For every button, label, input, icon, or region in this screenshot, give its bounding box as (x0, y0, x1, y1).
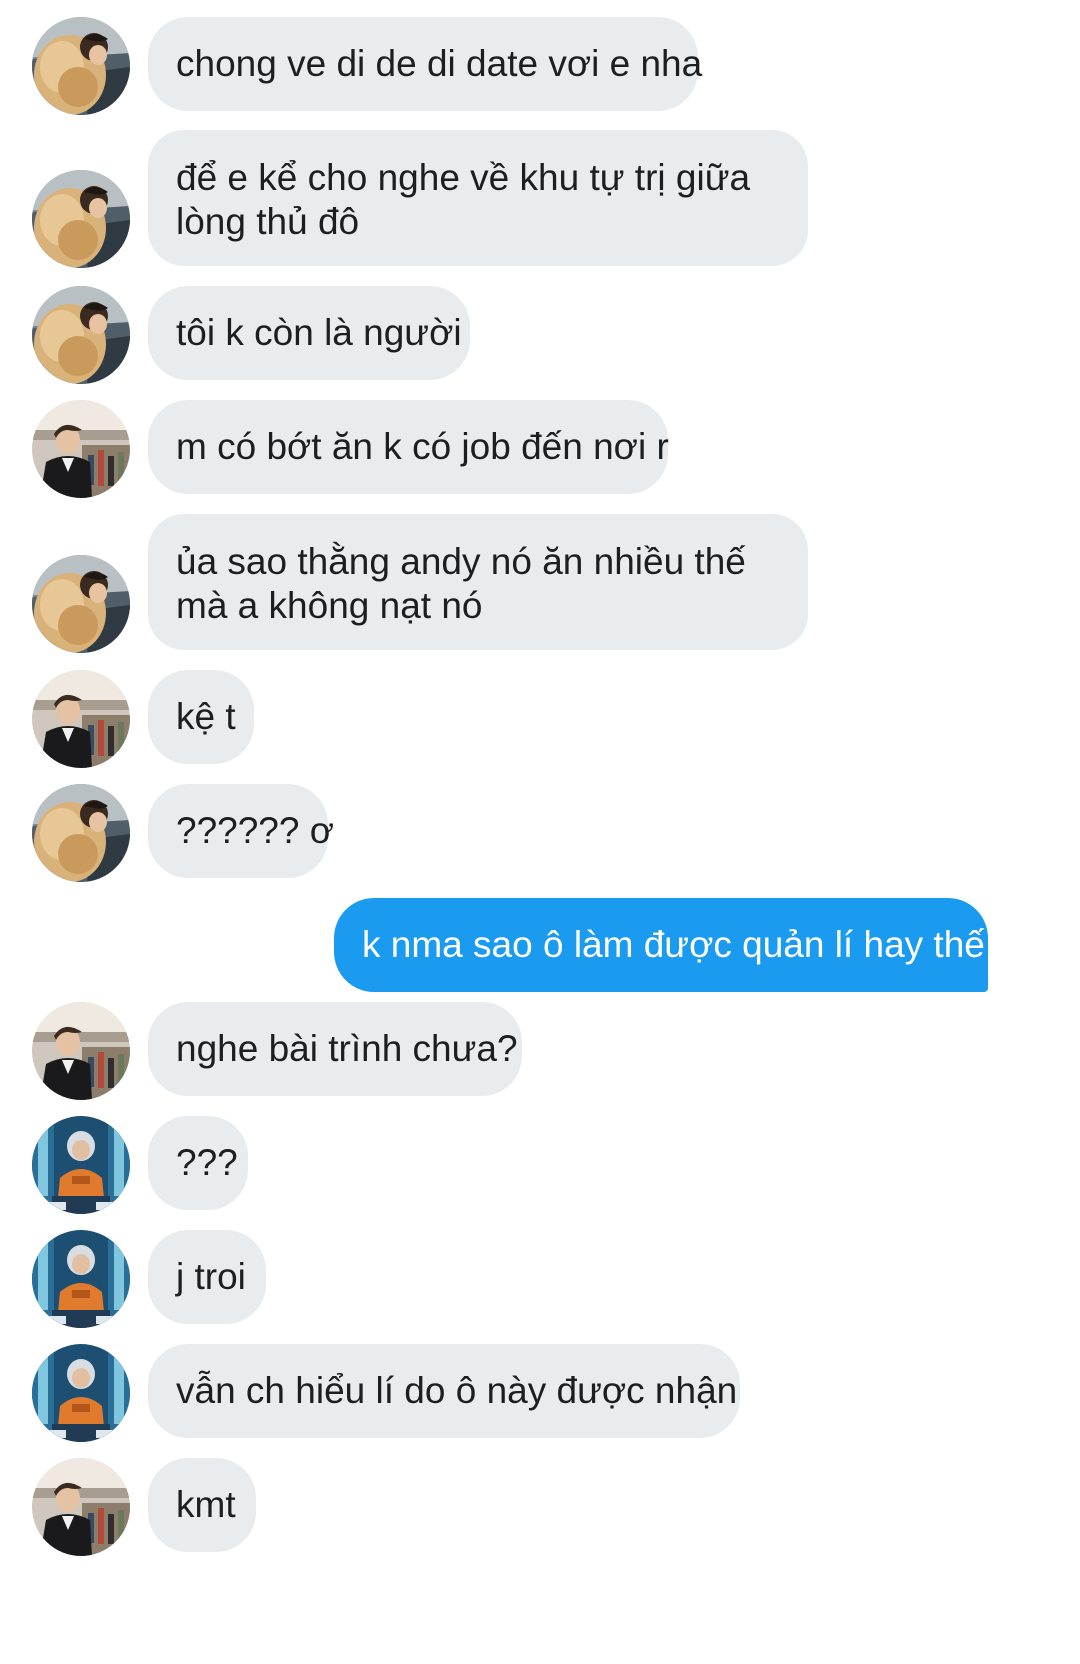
avatar-image (32, 17, 130, 115)
incoming-message-bubble[interactable]: tôi k còn là người (148, 286, 470, 380)
incoming-message-bubble[interactable]: vẫn ch hiểu lí do ô này được nhận (148, 1344, 740, 1438)
chat-thread: chong ve di de di date vơi e nha để e kể… (0, 0, 1080, 1664)
incoming-message-bubble[interactable]: j troi (148, 1230, 266, 1324)
orange-jersey-person-avatar[interactable] (32, 1116, 130, 1214)
suit-man-in-crowd-avatar[interactable] (32, 400, 130, 498)
incoming-message-bubble[interactable]: chong ve di de di date vơi e nha (148, 17, 703, 111)
message-text: k nma sao ô làm được quản lí hay thế (362, 924, 985, 965)
message-text: ?????? ơ (176, 810, 335, 851)
message-text: chong ve di de di date vơi e nha (176, 43, 703, 84)
incoming-message-bubble[interactable]: nghe bài trình chưa? (148, 1002, 522, 1096)
message-text: ??? (176, 1142, 238, 1183)
fluffy-hoodie-person-avatar[interactable] (32, 17, 130, 115)
incoming-message-bubble[interactable]: để e kể cho nghe về khu tự trị giữa lòng… (148, 130, 808, 266)
avatar-image (32, 555, 130, 653)
outgoing-message-bubble[interactable]: k nma sao ô làm được quản lí hay thế (334, 898, 988, 992)
fluffy-hoodie-person-avatar[interactable] (32, 784, 130, 882)
suit-man-in-crowd-avatar[interactable] (32, 1002, 130, 1100)
avatar-image (32, 286, 130, 384)
incoming-message-bubble[interactable]: ??? (148, 1116, 248, 1210)
incoming-message-bubble[interactable]: m có bớt ăn k có job đến nơi r (148, 400, 669, 494)
message-text: kmt (176, 1484, 236, 1525)
message-text-line-1: để e kể cho nghe về khu tự trị giữa (176, 157, 751, 198)
message-text: kệ t (176, 696, 236, 737)
message-text: vẫn ch hiểu lí do ô này được nhận (176, 1370, 738, 1411)
orange-jersey-person-avatar[interactable] (32, 1344, 130, 1442)
avatar-image (32, 1458, 130, 1556)
fluffy-hoodie-person-avatar[interactable] (32, 555, 130, 653)
avatar-image (32, 1230, 130, 1328)
avatar-image (32, 670, 130, 768)
incoming-message-bubble[interactable]: ?????? ơ (148, 784, 335, 878)
suit-man-in-crowd-avatar[interactable] (32, 1458, 130, 1556)
fluffy-hoodie-person-avatar[interactable] (32, 286, 130, 384)
avatar-image (32, 1116, 130, 1214)
message-text-line-1: ủa sao thằng andy nó ăn nhiều thế (176, 541, 746, 582)
avatar-image (32, 400, 130, 498)
avatar-image (32, 170, 130, 268)
message-text-line-2: mà a không nạt nó (176, 585, 483, 626)
suit-man-in-crowd-avatar[interactable] (32, 670, 130, 768)
incoming-message-bubble[interactable]: kmt (148, 1458, 256, 1552)
avatar-image (32, 1002, 130, 1100)
message-text: tôi k còn là người (176, 312, 462, 353)
message-text-line-2: lòng thủ đô (176, 201, 360, 242)
avatar-image (32, 1344, 130, 1442)
avatar-image (32, 784, 130, 882)
message-text: j troi (176, 1256, 246, 1297)
incoming-message-bubble[interactable]: kệ t (148, 670, 254, 764)
message-text: nghe bài trình chưa? (176, 1028, 518, 1069)
orange-jersey-person-avatar[interactable] (32, 1230, 130, 1328)
fluffy-hoodie-person-avatar[interactable] (32, 170, 130, 268)
incoming-message-bubble[interactable]: ủa sao thằng andy nó ăn nhiều thế mà a k… (148, 514, 808, 650)
message-text: m có bớt ăn k có job đến nơi r (176, 426, 669, 467)
